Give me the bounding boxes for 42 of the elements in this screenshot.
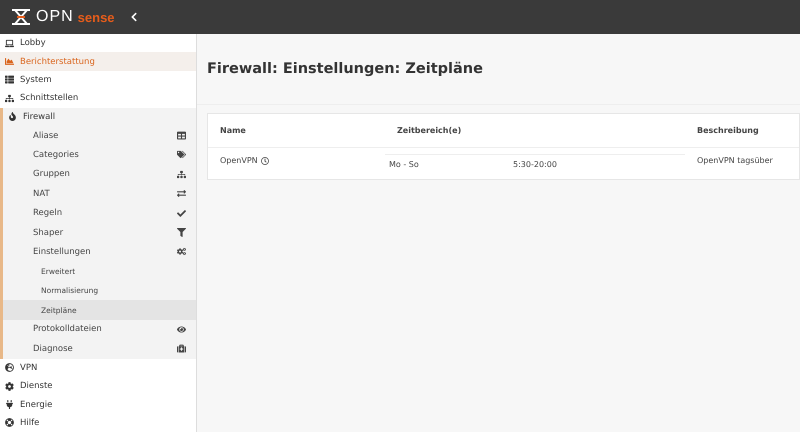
logo-text: sense (78, 10, 115, 24)
submenu-icon (177, 208, 186, 218)
submenu-icon (177, 150, 186, 160)
menu-icon (5, 75, 14, 84)
clock-icon (260, 156, 269, 164)
menu-icon (5, 400, 14, 409)
submenu-item[interactable]: Categories (3, 145, 196, 165)
submenu-icon (177, 170, 186, 179)
submenu-icon (177, 189, 186, 198)
table-cell-text: 5:30-20:00 (512, 159, 558, 171)
submenu-item[interactable]: Einstellungen (3, 242, 196, 262)
page-title: Firewall: Einstellungen: Zeitpläne (207, 61, 483, 77)
submenu-item[interactable]: Regeln (3, 203, 196, 223)
submenu-icon (177, 228, 186, 238)
collapse-icon[interactable] (128, 12, 139, 22)
submenu-item[interactable]: Protokolldateien (3, 320, 196, 340)
submenu-item[interactable]: NAT (3, 184, 196, 204)
table-cell-text: Mo - So (388, 159, 420, 171)
submenu-item[interactable]: Shaper (3, 222, 196, 242)
menu-icon (8, 112, 17, 122)
submenu-icon (177, 247, 186, 256)
menu-icon (5, 57, 14, 66)
submenu-icon (177, 131, 186, 140)
hourglass-icon (10, 8, 32, 26)
submenu-item[interactable]: Gruppen (3, 164, 196, 184)
column-header: Name (208, 114, 385, 148)
schedule-name: OpenVPN (220, 156, 258, 165)
menu-item[interactable]: Firewall (0, 108, 196, 126)
menu-icon (5, 94, 14, 103)
menu-icon (5, 363, 14, 372)
menu-icon (5, 418, 14, 428)
menu-icon (5, 382, 14, 391)
column-header: Beschreibung (685, 114, 799, 148)
logo-text: OPN (36, 8, 74, 26)
opnsense-logo[interactable]: OPN sense (10, 8, 115, 26)
submenu-item[interactable]: Aliase (3, 126, 196, 146)
submenu-icon (177, 324, 186, 334)
table-cell-text: OpenVPN tagsüber (696, 155, 774, 167)
submenu-icon (177, 344, 186, 354)
submenu-item[interactable]: Diagnose (3, 339, 196, 359)
menu-icon (5, 38, 14, 48)
column-header: Zeitbereich(e) (385, 114, 685, 148)
